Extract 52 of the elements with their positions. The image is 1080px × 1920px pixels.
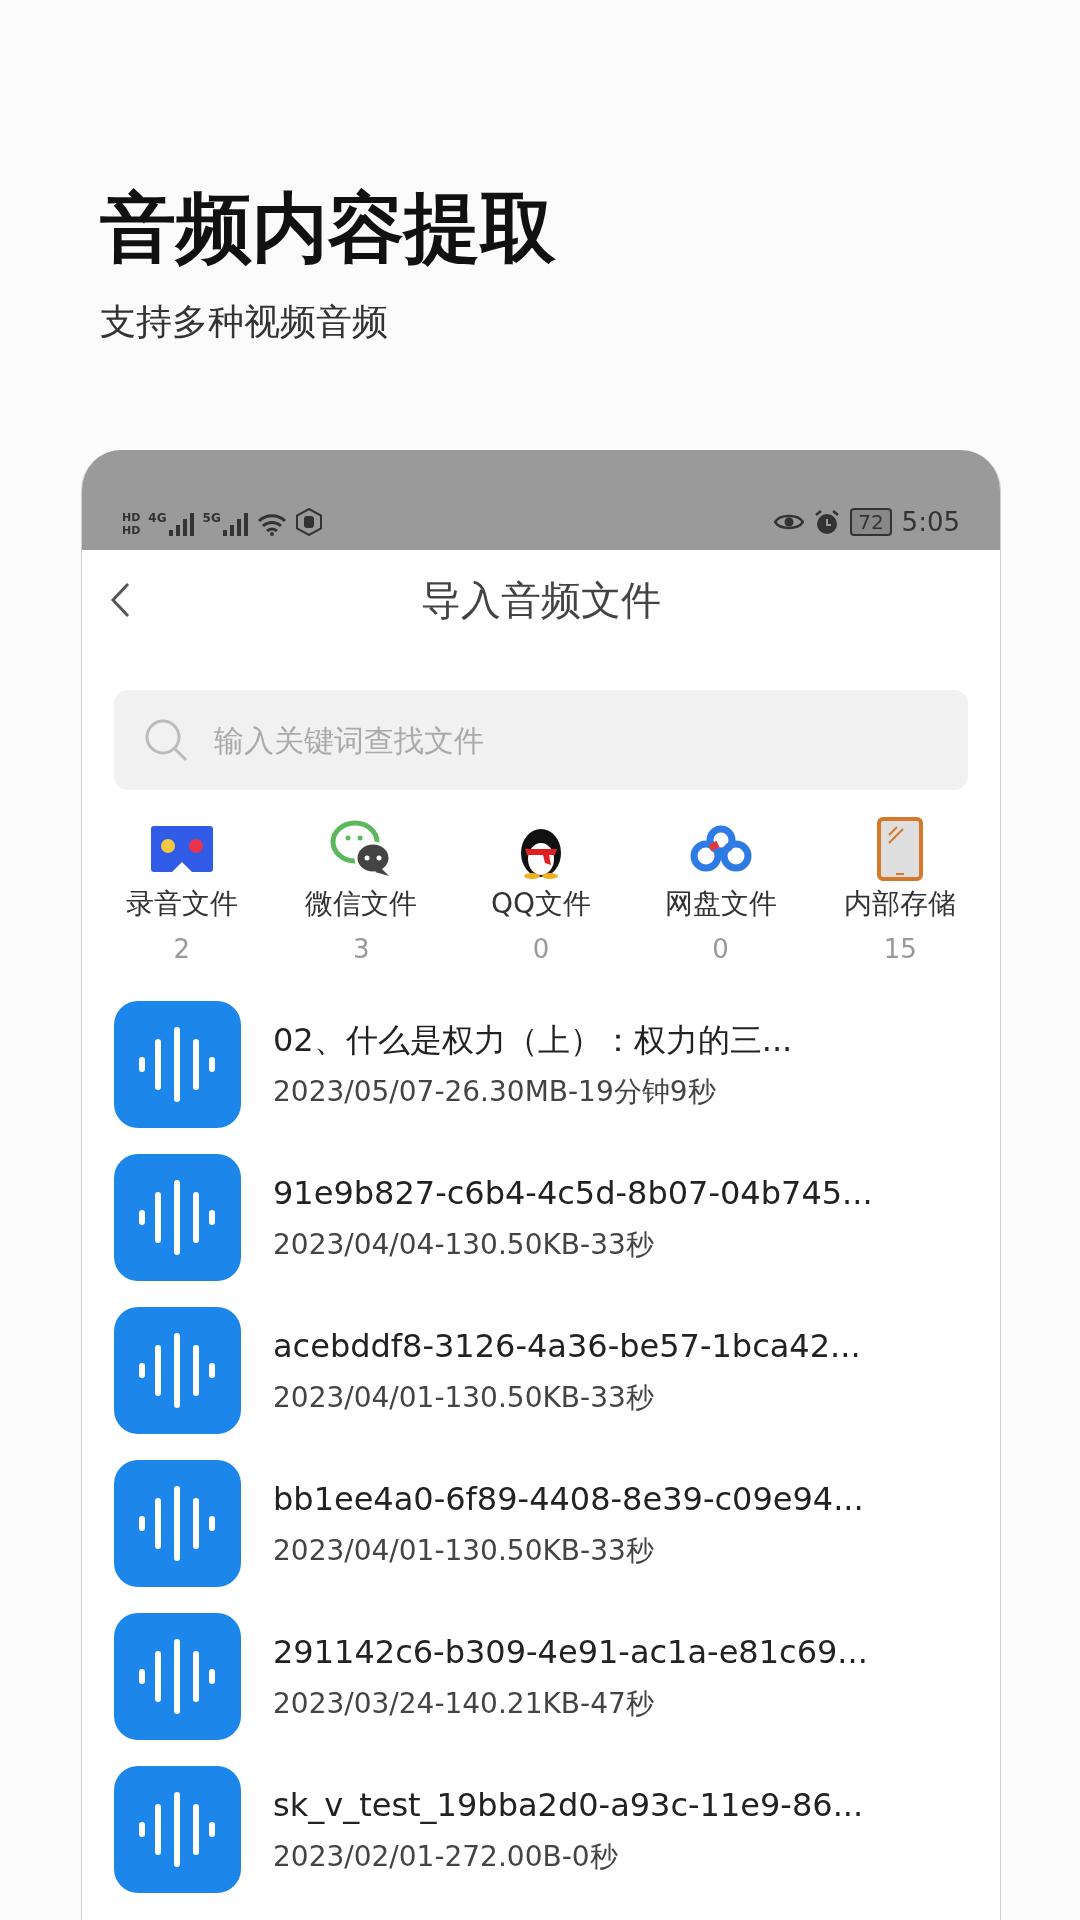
wifi-icon xyxy=(256,512,287,536)
file-row[interactable]: sk_v_test_19bba2d0-a93c-11e9-86... 2023/02/01-272.00B-0秒 xyxy=(114,1753,968,1906)
file-meta: 2023/03/24-140.21KB-47秒 xyxy=(273,1689,655,1718)
file-name: 91e9b827-c6b4-4c5d-8b07-04b745... xyxy=(273,1176,873,1209)
signal-icon xyxy=(168,512,195,536)
category-count: 3 xyxy=(353,936,370,962)
tablet-icon xyxy=(877,817,924,881)
file-row[interactable]: bb1ee4a0-6f89-4408-8e39-c09e94... 2023/04/01-130.50KB-33秒 xyxy=(114,1447,968,1600)
audio-file-icon xyxy=(114,1613,241,1740)
alarm-icon xyxy=(814,509,841,535)
audio-file-icon xyxy=(114,1460,241,1587)
audio-file-icon xyxy=(114,1307,241,1434)
category-count: 0 xyxy=(712,936,729,962)
audio-file-icon xyxy=(114,1154,241,1281)
file-name: bb1ee4a0-6f89-4408-8e39-c09e94... xyxy=(273,1482,864,1515)
category-label[interactable]: 网盘文件 xyxy=(664,890,777,918)
category-count: 15 xyxy=(883,936,917,962)
battery-indicator: 72 xyxy=(850,508,892,536)
file-name: 02、什么是权力（上）：权力的三... xyxy=(273,1023,793,1056)
file-name: acebddf8-3126-4a36-be57-1bca42... xyxy=(273,1329,861,1362)
page-title: 导入音频文件 xyxy=(421,580,661,620)
category-label[interactable]: QQ文件 xyxy=(490,890,592,918)
file-meta: 2023/04/04-130.50KB-33秒 xyxy=(273,1230,655,1259)
file-row[interactable]: 91e9b827-c6b4-4c5d-8b07-04b745... 2023/04/04-130.50KB-33秒 xyxy=(114,1141,968,1294)
file-row[interactable]: acebddf8-3126-4a36-be57-1bca42... 2023/04/01-130.50KB-33秒 xyxy=(114,1294,968,1447)
search-field[interactable]: 输入关键词查找文件 xyxy=(114,690,968,790)
headline-title: 音频内容提取 xyxy=(100,190,557,266)
headline-subtitle: 支持多种视频音频 xyxy=(100,304,388,340)
file-name: 291142c6-b309-4e91-ac1a-e81c69... xyxy=(273,1635,868,1668)
eye-icon xyxy=(774,512,805,532)
category-label[interactable]: 微信文件 xyxy=(305,890,418,918)
file-meta: 2023/04/01-130.50KB-33秒 xyxy=(273,1383,655,1412)
category-count: 2 xyxy=(173,936,191,962)
network-label: 5G xyxy=(202,512,221,524)
audio-file-icon xyxy=(114,1766,241,1893)
clock-time: 5:05 xyxy=(901,509,960,535)
recorder-icon xyxy=(149,824,214,874)
category-label[interactable]: 内部存储 xyxy=(844,890,957,918)
file-meta: 2023/04/01-130.50KB-33秒 xyxy=(273,1536,655,1565)
sim-label: HD xyxy=(122,512,141,523)
category-count: 0 xyxy=(532,936,550,962)
file-meta: 2023/05/07-26.30MB-19分钟9秒 xyxy=(273,1077,717,1106)
file-meta: 2023/02/01-272.00B-0秒 xyxy=(273,1842,619,1871)
file-row[interactable]: 291142c6-b309-4e91-ac1a-e81c69... 2023/03/24-140.21KB-47秒 xyxy=(114,1600,968,1753)
file-row[interactable]: 02、什么是权力（上）：权力的三... 2023/05/07-26.30MB-19分钟9秒 xyxy=(114,988,968,1141)
back-icon[interactable] xyxy=(110,582,130,618)
sim-label: HD xyxy=(122,525,141,536)
network-label: 4G xyxy=(148,512,167,524)
category-label[interactable]: 录音文件 xyxy=(125,890,238,918)
search-icon xyxy=(144,718,188,762)
signal-icon xyxy=(222,512,249,536)
audio-file-icon xyxy=(114,1001,241,1128)
